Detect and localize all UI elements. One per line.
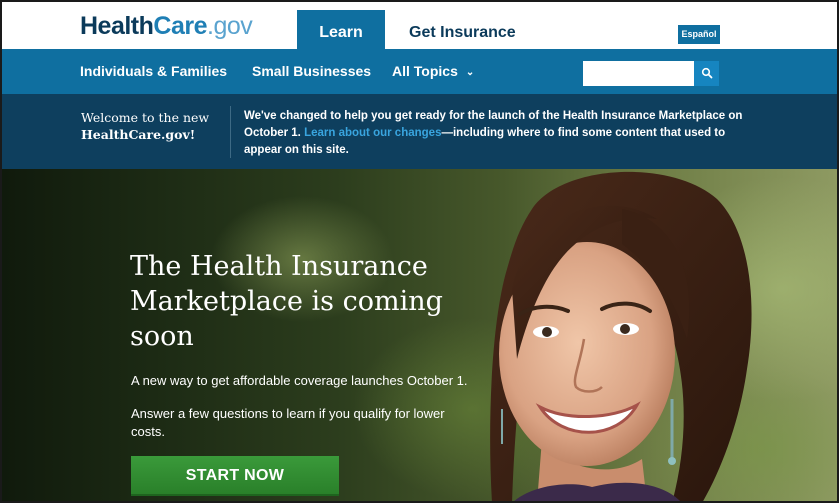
search-icon [701,67,713,79]
search-button[interactable] [694,61,719,86]
welcome-line: Welcome to the new [81,110,210,125]
chevron-down-icon: ⌄ [465,67,475,78]
learn-about-changes-link[interactable]: Learn about our changes [304,127,441,139]
tab-get-insurance[interactable]: Get Insurance [409,10,516,49]
nav-item-label: Small Businesses [252,63,372,79]
language-espanol-button[interactable]: Español [678,25,720,44]
nav-all-topics[interactable]: All Topics ⌄ [392,49,474,94]
announcement-text: We've changed to help you get ready for … [244,108,744,159]
nav-item-label: All Topics [392,63,458,79]
top-header: HealthCare.gov Learn Get Insurance Españ… [2,2,837,49]
nav-individuals-families[interactable]: Individuals & Families [80,49,227,94]
tab-learn[interactable]: Learn [297,10,385,49]
hero-description: Answer a few questions to learn if you q… [131,406,445,439]
start-now-button[interactable]: START NOW [131,456,339,496]
nav-item-label: Individuals & Families [80,63,228,79]
nav-small-businesses[interactable]: Small Businesses [252,49,371,94]
smiling-woman-photo [490,171,752,501]
logo-text-gov: .gov [207,12,253,40]
hero-subtitle: A new way to get affordable coverage lau… [131,373,468,388]
hero-banner: The Health Insurance Marketplace is comi… [2,169,837,501]
healthcare-gov-logo[interactable]: HealthCare.gov [80,12,253,40]
announcement-bar: Welcome to the new HealthCare.gov! We've… [2,94,837,169]
browser-frame: HealthCare.gov Learn Get Insurance Españ… [0,0,839,503]
hero-title: The Health Insurance Marketplace is comi… [130,251,443,352]
divider [230,106,231,158]
logo-text-health: Health [80,12,154,40]
logo-text-care: Care [153,12,207,40]
search-input[interactable] [583,61,694,86]
welcome-message: Welcome to the new HealthCare.gov! [81,109,221,143]
welcome-site-name: HealthCare.gov! [81,127,196,142]
